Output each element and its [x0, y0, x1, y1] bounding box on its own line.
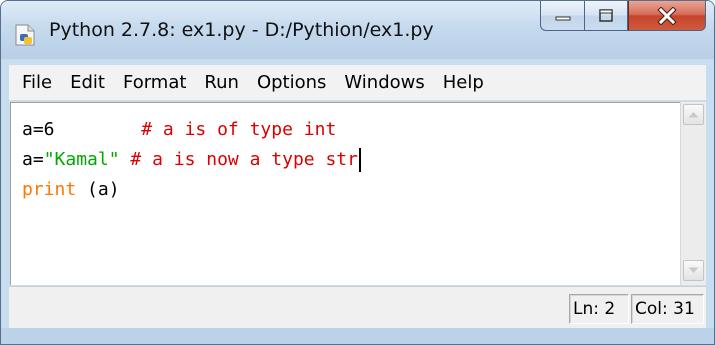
title-bar[interactable]: Python 2.7.8: ex1.py - D:/Pythion/ex1.py: [1, 1, 714, 59]
code-line-3: print (a): [22, 175, 120, 205]
code-string: "Kamal": [43, 149, 120, 170]
code-text: (a): [76, 179, 120, 200]
close-button[interactable]: [628, 1, 706, 31]
menu-format[interactable]: Format: [114, 68, 195, 97]
text-cursor: [358, 148, 361, 172]
arrow-down-icon: [688, 267, 699, 273]
menu-edit[interactable]: Edit: [61, 68, 114, 97]
code-keyword: print: [22, 179, 77, 200]
code-comment: # a is now a type str: [130, 149, 358, 170]
code-editor[interactable]: a=6 # a is of type int a="Kamal" # a is …: [10, 102, 680, 285]
code-comment: # a is of type int: [141, 119, 337, 140]
menu-windows[interactable]: Windows: [335, 68, 433, 97]
close-icon: [657, 6, 677, 25]
window-bottom-border: [1, 328, 714, 344]
idle-editor-window: Python 2.7.8: ex1.py - D:/Pythion/ex1.py: [0, 0, 715, 345]
status-bar: Ln: 2 Col: 31: [9, 286, 706, 328]
menu-file[interactable]: File: [13, 68, 61, 97]
menu-run[interactable]: Run: [195, 68, 248, 97]
window-title: Python 2.7.8: ex1.py - D:/Pythion/ex1.py: [49, 19, 434, 41]
menu-bar: File Edit Format Run Options Windows Hel…: [9, 65, 706, 101]
caption-buttons: [540, 1, 706, 31]
code-padding: [55, 119, 142, 140]
code-line-1: a=6 # a is of type int: [22, 115, 336, 145]
scroll-down-button[interactable]: [683, 260, 704, 281]
minimize-icon: [555, 16, 570, 20]
code-assignment: a=: [22, 149, 44, 170]
minimize-button[interactable]: [540, 1, 584, 31]
status-column-number: Col: 31: [631, 294, 704, 324]
arrow-up-icon: [688, 112, 699, 118]
scroll-up-button[interactable]: [683, 104, 704, 125]
menu-help[interactable]: Help: [434, 68, 493, 97]
status-line-number: Ln: 2: [569, 294, 629, 324]
maximize-button[interactable]: [584, 1, 628, 31]
code-line-2: a="Kamal" # a is now a type str: [22, 145, 361, 175]
maximize-icon: [599, 8, 613, 22]
code-text: a=6: [22, 119, 55, 140]
python-file-icon: [13, 23, 39, 47]
vertical-scrollbar[interactable]: [680, 102, 706, 285]
menu-options[interactable]: Options: [248, 68, 335, 97]
